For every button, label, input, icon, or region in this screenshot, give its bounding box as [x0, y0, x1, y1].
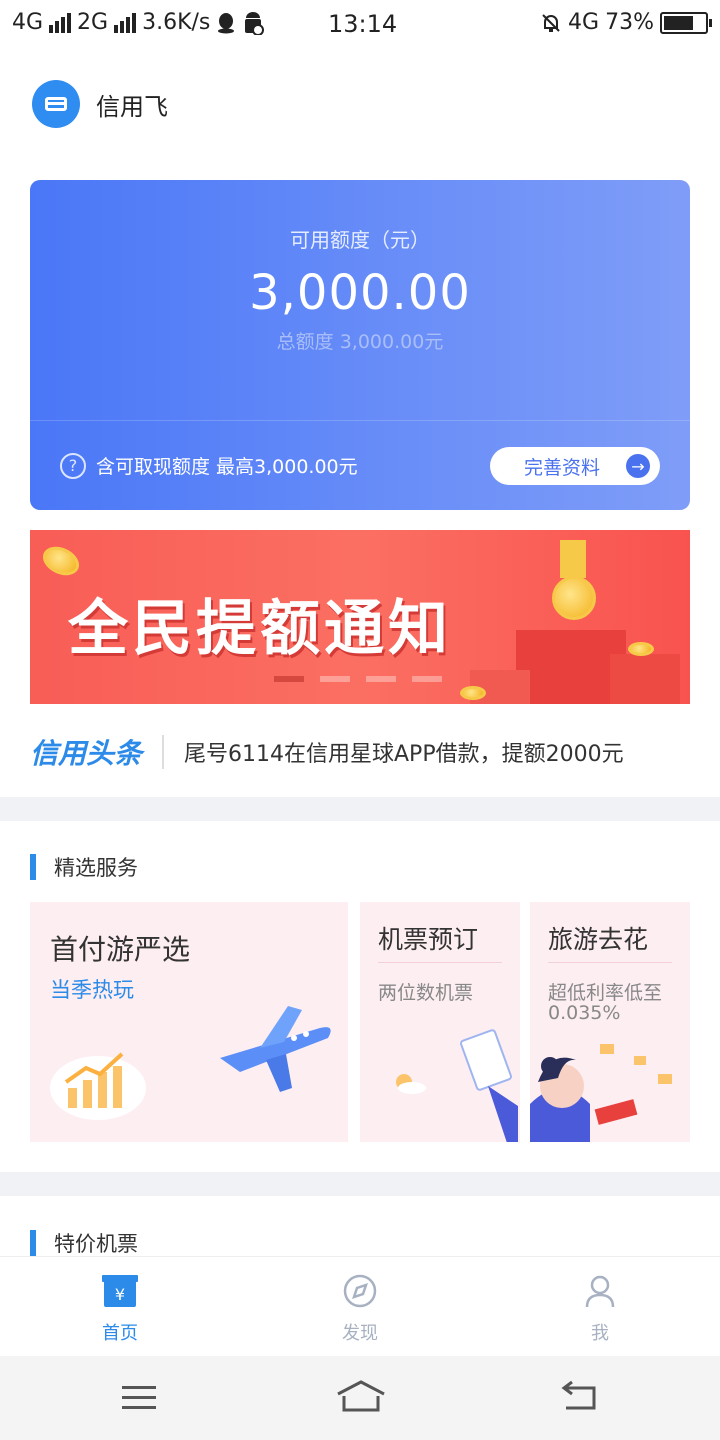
service-card-subtitle: 超低利率低至 — [548, 982, 663, 1004]
total-limit: 总额度 3,000.00元 — [276, 331, 444, 353]
service-card-rate: 0.035% — [548, 1002, 621, 1024]
service-card-subtitle: 当季热玩 — [50, 978, 134, 1002]
bottom-tab-bar: ¥ 首页 发现 我 — [0, 1256, 720, 1356]
medal-ribbon — [560, 540, 586, 578]
network-type-1: 4G — [12, 10, 44, 35]
status-time: 13:14 — [328, 10, 398, 38]
promo-banner[interactable]: 全民提额通知 — [30, 530, 690, 704]
carousel-dot[interactable] — [412, 676, 442, 682]
tab-label: 发现 — [342, 1323, 378, 1344]
home-icon[interactable] — [336, 1380, 386, 1412]
service-card-down-payment-travel[interactable]: 首付游严选 当季热玩 — [30, 902, 348, 1142]
carousel-indicator — [274, 676, 442, 682]
app-header: 信用飞 — [32, 80, 168, 128]
coin-stack-icon — [460, 686, 486, 700]
available-limit-amount: 3,000.00 — [249, 265, 471, 321]
tab-label: 我 — [591, 1323, 609, 1344]
network-type-2: 2G — [77, 10, 109, 35]
cash-limit-row: ? 含可取现额度 最高3,000.00元 完善资料 → — [30, 421, 690, 510]
system-nav-bar — [0, 1356, 720, 1440]
status-right: 4G 73% — [540, 10, 712, 35]
complete-profile-label: 完善资料 — [524, 456, 601, 479]
section-gap — [0, 1172, 720, 1196]
cash-limit-note: 含可取现额度 最高3,000.00元 — [96, 456, 358, 478]
service-card-subtitle: 两位数机票 — [378, 982, 474, 1004]
app-logo-icon — [32, 80, 80, 128]
app-name: 信用飞 — [96, 92, 168, 121]
network-type-right: 4G — [568, 10, 600, 35]
special-flights-label: 特价机票 — [54, 1232, 138, 1256]
service-card-travel-installment[interactable]: 旅游去花 超低利率低至 0.035% — [530, 902, 690, 1142]
featured-services-title: 精选服务 — [30, 852, 138, 882]
network-speed: 3.6K/s — [142, 10, 211, 35]
service-card-title: 机票预订 — [378, 925, 479, 954]
user-icon — [582, 1273, 618, 1309]
complete-profile-button[interactable]: 完善资料 → — [490, 447, 660, 485]
menu-icon[interactable] — [122, 1384, 158, 1412]
podium-shape — [610, 654, 680, 704]
featured-services-label: 精选服务 — [54, 856, 138, 880]
medal-icon — [552, 576, 596, 620]
carousel-dot[interactable] — [274, 676, 304, 682]
airplane-icon — [220, 1006, 331, 1092]
signal-icon — [49, 12, 72, 33]
headline-divider — [162, 735, 165, 769]
special-flights-title: 特价机票 — [30, 1228, 138, 1258]
service-card-divider — [548, 962, 672, 963]
credit-headline[interactable]: 信用头条 尾号6114在信用星球APP借款，提额2000元 — [30, 730, 690, 774]
status-bar: 4G 2G 3.6K/s 13:14 4G 73% — [0, 0, 720, 50]
service-card-flight-booking[interactable]: 机票预订 两位数机票 — [360, 902, 520, 1142]
help-icon[interactable]: ? — [60, 452, 86, 479]
carousel-dot[interactable] — [320, 676, 350, 682]
growth-chart-icon — [50, 1052, 146, 1120]
headline-text: 尾号6114在信用星球APP借款，提额2000元 — [184, 742, 624, 767]
tab-me[interactable]: 我 — [480, 1257, 720, 1357]
tab-discover[interactable]: 发现 — [240, 1257, 480, 1357]
arrow-right-icon: → — [626, 454, 650, 478]
service-card-title: 旅游去花 — [548, 925, 649, 954]
qq-icon — [218, 12, 235, 33]
signal-icon — [114, 12, 137, 33]
money-girl-icon — [530, 1044, 672, 1142]
android-icon — [245, 11, 265, 35]
battery-level — [664, 15, 693, 30]
banner-title: 全民提额通知 — [68, 594, 452, 664]
svg-text:¥: ¥ — [115, 1285, 125, 1304]
coin-icon — [38, 541, 84, 581]
ticket-hand-icon — [396, 1029, 518, 1142]
tab-label: 首页 — [102, 1323, 138, 1344]
home-wallet-icon: ¥ — [102, 1273, 138, 1309]
credit-summary: 可用额度（元） 3,000.00 总额度 3,000.00元 — [30, 180, 690, 420]
status-left: 4G 2G 3.6K/s — [12, 10, 265, 35]
credit-limit-card[interactable]: 可用额度（元） 3,000.00 总额度 3,000.00元 ? 含可取现额度 … — [30, 180, 690, 510]
coin-stack-icon — [628, 642, 654, 656]
mute-bell-icon — [542, 13, 560, 32]
headline-tag: 信用头条 — [30, 737, 143, 770]
available-limit-label: 可用额度（元） — [290, 228, 430, 252]
compass-icon — [342, 1273, 378, 1309]
carousel-dot[interactable] — [366, 676, 396, 682]
battery-icon — [660, 11, 712, 34]
service-card-title: 首付游严选 — [50, 933, 191, 966]
service-card-divider — [378, 962, 502, 963]
battery-percent: 73% — [605, 10, 654, 35]
section-gap — [0, 797, 720, 821]
tab-home[interactable]: ¥ 首页 — [0, 1257, 240, 1357]
back-icon[interactable] — [560, 1380, 598, 1412]
